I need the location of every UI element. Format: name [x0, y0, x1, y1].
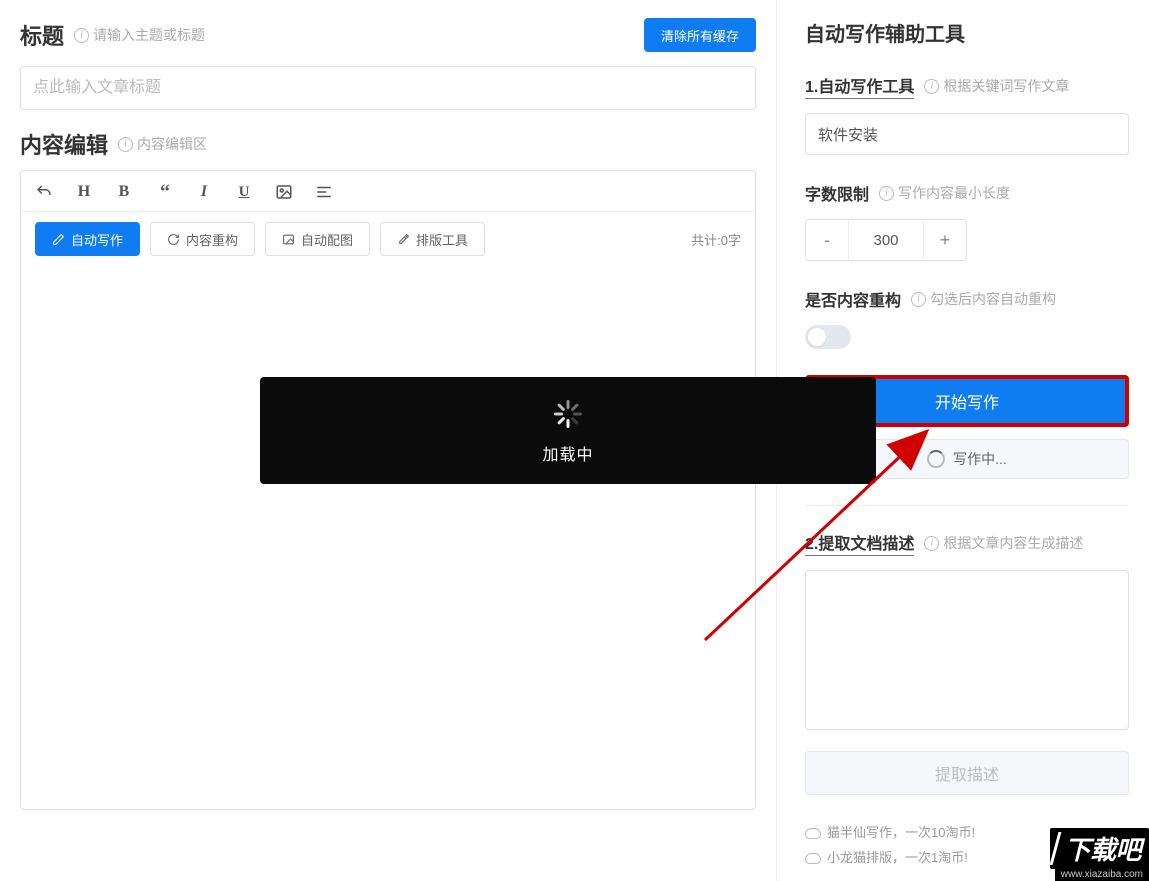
decrease-button[interactable]: -: [806, 220, 848, 260]
divider: [805, 505, 1129, 506]
editor-toolbar: H B “ I U: [21, 171, 755, 212]
word-limit-label: 字数限制: [805, 181, 869, 205]
loading-overlay: 加载中: [260, 377, 876, 484]
auto-image-button[interactable]: 自动配图: [265, 222, 370, 256]
info-icon: [74, 28, 89, 43]
rewrite-option-hint: 勾选后内容自动重构: [911, 289, 1056, 309]
info-icon: [924, 536, 939, 551]
underline-icon[interactable]: U: [235, 183, 253, 201]
word-limit-stepper: - +: [805, 219, 967, 261]
auto-write-button[interactable]: 自动写作: [35, 222, 140, 256]
loading-spinner-icon: [551, 397, 585, 431]
editor-content-area[interactable]: [21, 266, 755, 786]
loading-spinner-icon: [927, 450, 945, 468]
side-panel-title: 自动写作辅助工具: [805, 18, 1129, 47]
picture-icon: [282, 233, 295, 246]
clear-cache-button[interactable]: 清除所有缓存: [644, 18, 756, 52]
layout-tool-button[interactable]: 排版工具: [380, 222, 485, 256]
site-watermark: 下载吧 www.xiazaiba.com: [1050, 828, 1149, 881]
info-icon: [118, 137, 133, 152]
undo-icon[interactable]: [35, 183, 53, 201]
cloud-icon: [805, 828, 821, 839]
extract-description-button[interactable]: 提取描述: [805, 751, 1129, 795]
keyword-input[interactable]: [805, 113, 1129, 155]
tools-icon: [397, 233, 410, 246]
info-icon: [879, 186, 894, 201]
loading-text: 加载中: [542, 441, 593, 465]
section-2-label: 2.提取文档描述: [805, 530, 914, 556]
section-1-label: 1.自动写作工具: [805, 73, 914, 99]
italic-icon[interactable]: I: [195, 183, 213, 201]
align-left-icon[interactable]: [315, 183, 333, 201]
section-2-hint: 根据文章内容生成描述: [924, 533, 1083, 553]
rewrite-option-label: 是否内容重构: [805, 287, 901, 311]
content-rewrite-button[interactable]: 内容重构: [150, 222, 255, 256]
word-limit-hint: 写作内容最小长度: [879, 183, 1010, 203]
title-label: 标题: [20, 19, 64, 51]
content-edit-hint: 内容编辑区: [118, 134, 207, 154]
heading-icon[interactable]: H: [75, 183, 93, 201]
info-icon: [924, 79, 939, 94]
section-1-hint: 根据关键词写作文章: [924, 76, 1069, 96]
description-textarea[interactable]: [805, 570, 1129, 730]
rewrite-toggle[interactable]: [805, 325, 851, 349]
article-title-input[interactable]: [20, 66, 756, 110]
increase-button[interactable]: +: [924, 220, 966, 260]
content-edit-label: 内容编辑: [20, 128, 108, 160]
info-icon: [911, 292, 926, 307]
editor-container: H B “ I U 自动写作 内容重构: [20, 170, 756, 810]
word-count: 共计:0字: [691, 230, 741, 249]
word-limit-input[interactable]: [848, 220, 924, 260]
pencil-icon: [52, 233, 65, 246]
bold-icon[interactable]: B: [115, 183, 133, 201]
title-section-header: 标题 请输入主题或标题 清除所有缓存: [20, 18, 756, 52]
image-icon[interactable]: [275, 183, 293, 201]
title-hint: 请输入主题或标题: [74, 25, 205, 45]
refresh-icon: [167, 233, 180, 246]
quote-icon[interactable]: “: [155, 183, 173, 201]
cloud-icon: [805, 853, 821, 864]
